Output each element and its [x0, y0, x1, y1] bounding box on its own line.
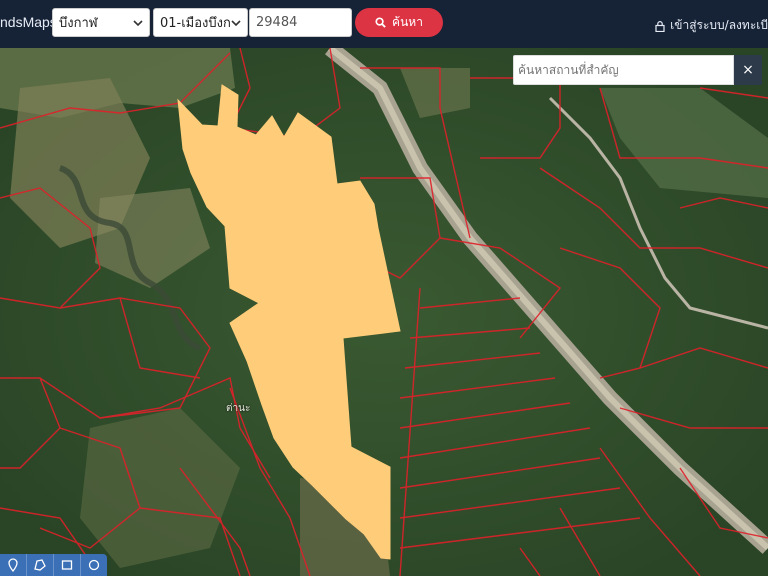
- map-place-label: ต่านะ: [226, 403, 251, 414]
- province-select[interactable]: บึงกาฬ: [52, 8, 150, 37]
- chevron-down-icon: [133, 19, 143, 26]
- login-label: เข้าสู่ระบบ/ลงทะเบี: [670, 18, 768, 32]
- map-canvas[interactable]: [0, 48, 768, 576]
- brand-logo[interactable]: ndsMaps: [0, 14, 57, 30]
- satellite-map[interactable]: ต่านะ: [0, 48, 768, 576]
- search-button-label: ค้นหา: [392, 15, 423, 29]
- draw-toolbar: [0, 554, 107, 576]
- deed-number-input[interactable]: [249, 8, 352, 37]
- chevron-down-icon: [231, 19, 241, 26]
- top-navigation-bar: ndsMaps บึงกาฬ 01-เมืองบึงกาฬ ค้นหา เข้า…: [0, 0, 768, 48]
- lock-icon: [655, 20, 665, 32]
- login-link[interactable]: เข้าสู่ระบบ/ลงทะเบี: [654, 16, 768, 35]
- place-search-input[interactable]: [513, 55, 734, 85]
- district-select[interactable]: 01-เมืองบึงกาฬ: [153, 8, 248, 37]
- district-select-value: 01-เมืองบึงกาฬ: [160, 16, 231, 31]
- rectangle-icon[interactable]: [54, 554, 81, 576]
- search-icon: [375, 17, 386, 28]
- search-button[interactable]: ค้นหา: [355, 8, 443, 37]
- close-button[interactable]: ×: [734, 55, 762, 85]
- province-select-value: บึงกาฬ: [59, 16, 98, 31]
- polygon-icon[interactable]: [27, 554, 54, 576]
- circle-icon[interactable]: [81, 554, 107, 576]
- pin-marker-icon[interactable]: [0, 554, 27, 576]
